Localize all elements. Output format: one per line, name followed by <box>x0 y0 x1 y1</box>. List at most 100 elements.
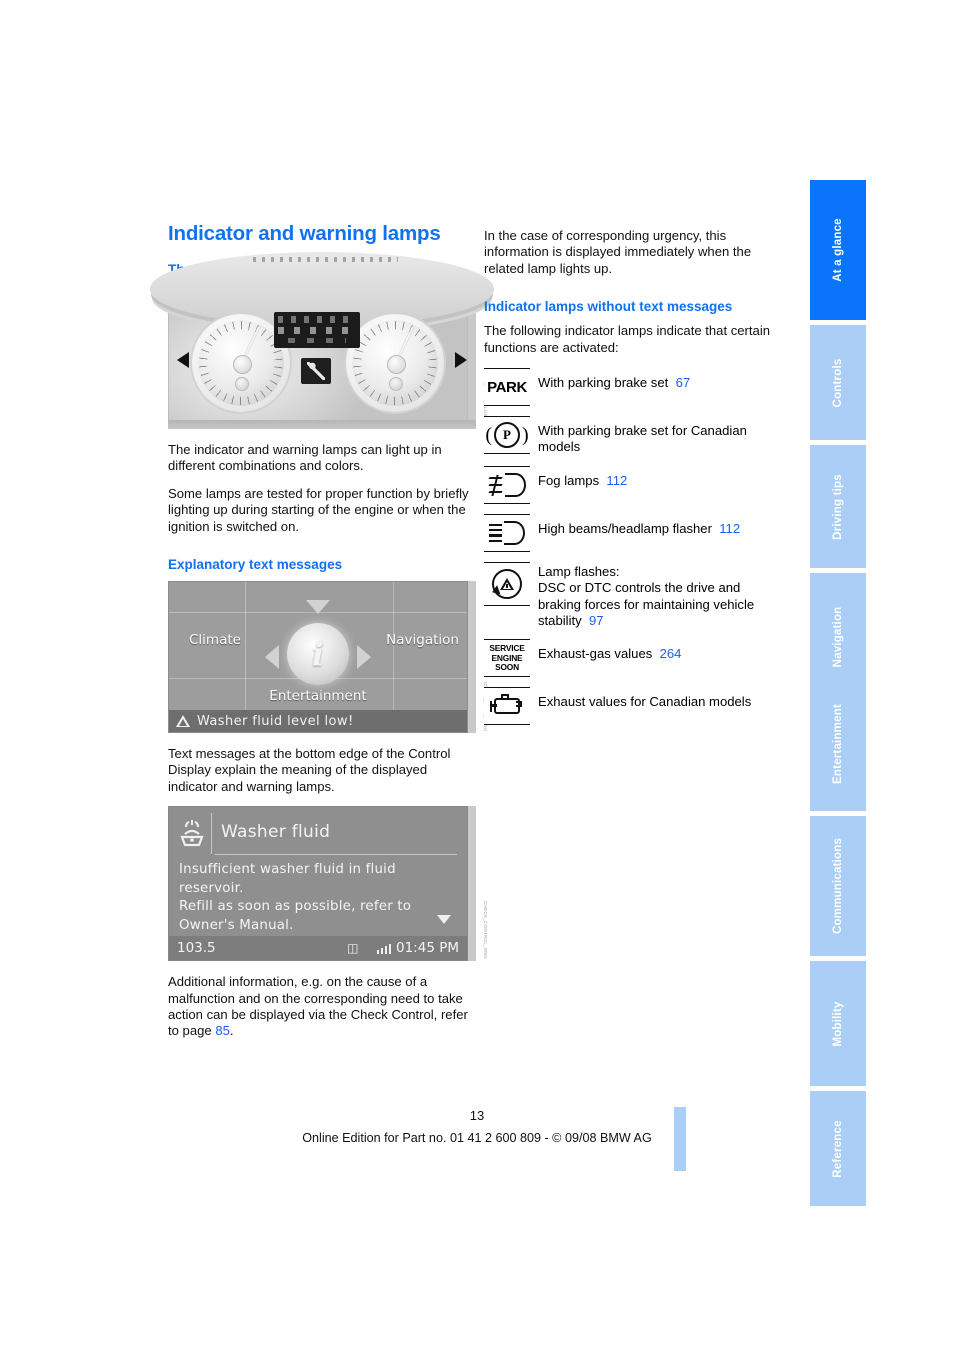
menu-item-entertainment[interactable]: Entertainment <box>269 688 366 704</box>
warning-triangle-glyph <box>500 577 514 590</box>
cluster-bezel <box>168 420 476 429</box>
sidebar-tab-entertainment[interactable]: Entertainment <box>810 676 866 811</box>
sidebar-tab-label: Reference <box>832 1119 844 1178</box>
engine-outline-glyph <box>490 694 524 718</box>
turn-signal-right-icon <box>455 352 467 368</box>
chevron-right-icon <box>357 645 371 670</box>
sidebar-tab-mobility[interactable]: Mobility <box>810 961 866 1086</box>
lamp-row-check-engine: Exhaust values for Canadian models <box>484 687 784 726</box>
left-column: Indicator and warning lamps The concept <box>149 222 495 1051</box>
manual-page: At a glance Controls Driving tips Naviga… <box>0 0 954 1350</box>
sidebar-tab-label: Navigation <box>832 606 844 668</box>
message-status-bar: 103.5 ◫ 01:45 PM <box>169 936 467 961</box>
idrive-status-bar: Washer fluid level low! <box>169 710 467 733</box>
page-reference[interactable]: 97 <box>589 613 604 628</box>
radio-frequency: 103.5 <box>177 940 216 957</box>
heading-explanatory-text-messages: Explanatory text messages <box>168 557 343 573</box>
cluster-lamp-row-bottom <box>288 338 346 343</box>
indicator-lamp-list: PARK With parking brake set 67 ( P ) Wit… <box>484 368 784 726</box>
park-brake-text-icon: PARK <box>484 368 530 407</box>
p-in-circle-glyph: ( P ) <box>485 422 529 449</box>
lamp-description: High beams/headlamp flasher 112 <box>538 514 740 537</box>
lamp-description: With parking brake set for Canadian mode… <box>538 423 747 455</box>
dsc-dtc-icon <box>484 561 530 606</box>
paragraph-text-a: Additional information, e.g. on the caus… <box>168 974 468 1039</box>
gauge-hub <box>233 355 252 374</box>
check-engine-icon <box>484 687 530 726</box>
page-number: 13 <box>0 1108 954 1123</box>
section-tab-rail: At a glance Controls Driving tips Naviga… <box>810 180 866 1206</box>
lamp-description: With parking brake set 67 <box>538 368 690 391</box>
page-reference[interactable]: 112 <box>606 473 627 488</box>
sidebar-tab-label: At a glance <box>832 218 844 282</box>
sidebar-tab-controls[interactable]: Controls <box>810 325 866 440</box>
sidebar-tab-driving-tips[interactable]: Driving tips <box>810 445 866 568</box>
lamp-text: With parking brake set <box>538 375 669 391</box>
lamp-row-service-engine-soon: SERVICE ENGINE SOON Exhaust-gas values 264 <box>484 639 784 678</box>
engine-top-nub <box>501 694 509 700</box>
paragraph-following-lamps: The following indicator lamps indicate t… <box>484 323 771 355</box>
clock-time: 01:45 PM <box>396 940 459 957</box>
right-paren: ) <box>522 424 529 447</box>
message-body-text: Insufficient washer fluid in fluid reser… <box>179 862 412 933</box>
park-icon-label: PARK <box>487 378 527 396</box>
right-column: In the case of corresponding urgency, th… <box>484 228 784 735</box>
lamp-text: High beams/headlamp flasher <box>538 520 712 536</box>
cluster-center-display <box>274 312 360 348</box>
idrive-info-icon[interactable] <box>287 623 349 686</box>
chevron-left-icon <box>265 645 279 670</box>
high-beam-glyph <box>489 520 525 545</box>
page-number-value: 13 <box>469 1108 485 1123</box>
paragraph-additional-information: Additional information, e.g. on the caus… <box>168 974 476 1040</box>
gauge-hub <box>387 355 406 374</box>
message-title: Washer fluid <box>221 822 331 843</box>
page-reference-85[interactable]: 85 <box>215 1023 230 1038</box>
chevron-up-icon <box>306 600 330 615</box>
lamp-row-dsc-dtc: Lamp flashes: DSC or DTC controls the dr… <box>484 561 784 630</box>
lamp-description: Lamp flashes: DSC or DTC controls the dr… <box>538 562 784 630</box>
warning-triangle-icon <box>176 715 190 728</box>
sidebar-tab-at-a-glance[interactable]: At a glance <box>810 180 866 320</box>
figure-code: CHECK_CONTROL_MSG <box>483 901 488 960</box>
park-brake-canada-icon: ( P ) <box>484 416 530 455</box>
sidebar-tab-label: Entertainment <box>832 703 844 784</box>
turn-signal-left-icon <box>177 352 189 368</box>
menu-grid-line <box>245 582 246 711</box>
fog-ray-lines <box>487 474 503 496</box>
fog-lamp-icon <box>484 465 530 504</box>
page-reference[interactable]: 264 <box>660 646 682 661</box>
lamp-row-parking-brake: PARK With parking brake set 67 <box>484 368 784 407</box>
menu-item-navigation[interactable]: Navigation <box>386 632 459 648</box>
lamp-description: Exhaust values for Canadian models <box>538 694 752 710</box>
engine-fan <box>490 701 497 713</box>
page-reference[interactable]: 112 <box>719 521 740 536</box>
check-control-message-image: Washer fluid Insufficient washer fluid i… <box>168 806 468 962</box>
figure-instrument-cluster: BMW_INSTR_CLUSTER <box>149 252 495 429</box>
dsc-circle-triangle-glyph <box>490 568 522 599</box>
cluster-lamp-row-top <box>278 316 356 323</box>
idrive-main-menu-image: Climate Navigation Entertainment Washer … <box>168 581 468 734</box>
menu-item-climate[interactable]: Climate <box>189 632 241 648</box>
scroll-down-arrow-icon[interactable] <box>437 915 451 925</box>
message-header: Washer fluid <box>175 813 459 851</box>
high-beam-icon <box>484 513 530 552</box>
sidebar-tab-label: Mobility <box>832 1000 844 1047</box>
media-source-icon: ◫ <box>347 941 359 956</box>
lamp-description: Fog lamps 112 <box>538 466 627 489</box>
sidebar-tab-communications[interactable]: Communications <box>810 816 866 956</box>
beam-ray-lines <box>489 523 502 543</box>
lamp-row-high-beams: High beams/headlamp flasher 112 <box>484 513 784 552</box>
page-reference[interactable]: 67 <box>676 375 691 390</box>
circle-p: P <box>494 422 520 449</box>
gauge-sub-dial <box>389 376 403 391</box>
service-engine-soon-icon: SERVICE ENGINE SOON <box>484 639 530 678</box>
lamp-text: Lamp flashes: DSC or DTC controls the dr… <box>538 563 755 629</box>
engine-side-nub <box>516 701 522 708</box>
headlamp-shape <box>504 520 525 545</box>
footer-marker-bar <box>674 1107 686 1171</box>
figure-idrive-menu: Climate Navigation Entertainment Washer … <box>168 581 488 734</box>
gauge-sub-dial <box>235 376 249 391</box>
lamp-row-fog-lamps: Fog lamps 112 <box>484 465 784 504</box>
paragraph-text-b: . <box>229 1023 234 1039</box>
washer-fluid-icon <box>175 815 209 849</box>
